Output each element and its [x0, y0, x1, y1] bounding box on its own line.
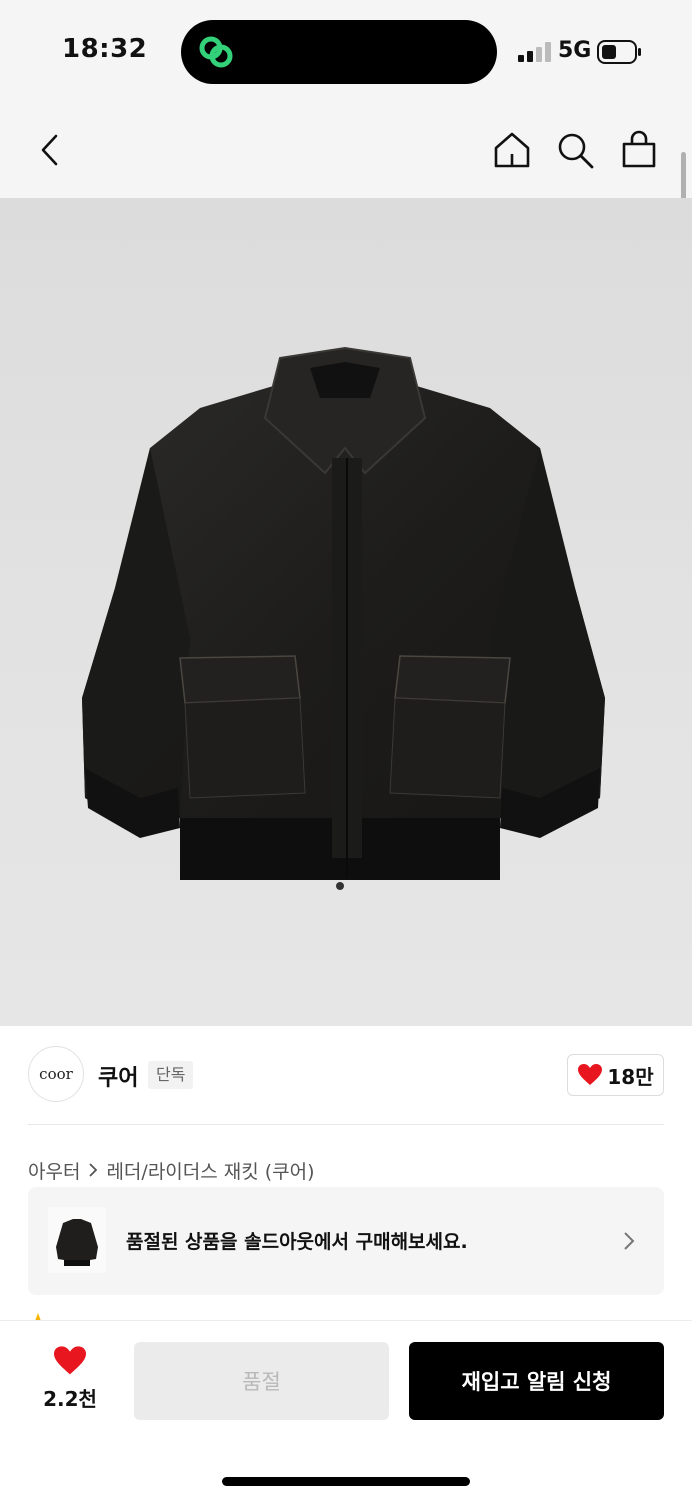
breadcrumb: 아우터 레더/라이더스 재킷 (쿠어) — [28, 1156, 315, 1184]
signal-icon — [518, 42, 551, 62]
link-app-icon — [199, 36, 233, 68]
home-button[interactable] — [488, 126, 536, 174]
wishlist-button[interactable]: 2.2천 — [28, 1345, 112, 1419]
search-icon — [558, 133, 594, 169]
status-bar: 18:32 5G — [0, 0, 692, 100]
brand-like-button[interactable]: 18만 — [567, 1054, 664, 1096]
home-indicator[interactable] — [222, 1477, 470, 1486]
divider — [28, 1124, 664, 1125]
wishlist-count: 2.2천 — [43, 1387, 97, 1411]
back-button[interactable] — [26, 126, 74, 174]
restock-alert-button[interactable]: 재입고 알림 신청 — [409, 1342, 664, 1420]
product-image[interactable] — [0, 198, 692, 1026]
status-time: 18:32 — [62, 34, 148, 64]
jacket-image — [82, 346, 605, 890]
network-label: 5G — [558, 38, 592, 63]
soldout-banner[interactable]: 품절된 상품을 솔드아웃에서 구매해보세요. — [28, 1187, 664, 1295]
breadcrumb-category[interactable]: 아우터 — [28, 1157, 80, 1184]
breadcrumb-subcategory[interactable]: 레더/라이더스 재킷 (쿠어) — [106, 1157, 314, 1184]
brand-logo[interactable]: coor — [28, 1046, 84, 1102]
brand-row: coor 쿠어 단독 18만 — [0, 1026, 692, 1126]
home-icon — [494, 132, 530, 168]
search-button[interactable] — [551, 126, 599, 174]
chevron-right-icon — [88, 1162, 98, 1178]
brand-name[interactable]: 쿠어 — [98, 1060, 138, 1092]
cart-button[interactable] — [615, 126, 663, 174]
battery-icon — [597, 40, 641, 64]
shopping-bag-icon — [622, 130, 656, 168]
bottom-action-bar: 2.2천 품절 재입고 알림 신청 — [0, 1320, 692, 1500]
heart-icon — [578, 1064, 603, 1085]
heart-icon — [54, 1346, 86, 1375]
soldout-thumbnail — [48, 1207, 106, 1273]
dynamic-island — [181, 20, 497, 84]
chevron-left-icon — [41, 134, 58, 166]
soldout-banner-text: 품절된 상품을 솔드아웃에서 구매해보세요. — [126, 1231, 468, 1253]
exclusive-badge: 단독 — [148, 1061, 194, 1089]
brand-like-count: 18만 — [607, 1064, 654, 1089]
soldout-button[interactable]: 품절 — [134, 1342, 389, 1420]
nav-bar — [0, 100, 692, 198]
chevron-right-icon — [624, 1232, 635, 1250]
